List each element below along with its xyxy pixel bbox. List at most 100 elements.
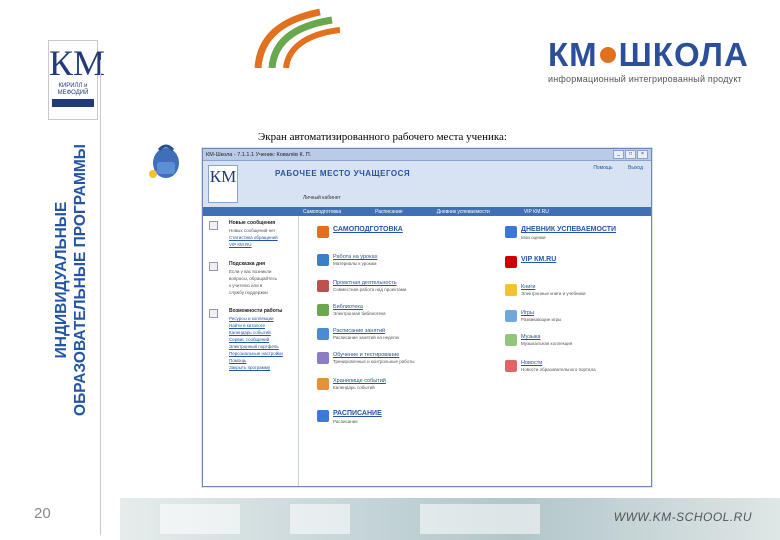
module-description: Электронные книги и учебники [521,291,586,296]
module-description: Тренировочные и контрольные работы [333,359,415,364]
tab-grades[interactable]: Дневник успеваемости [437,209,490,215]
km-logo-line2: МЕФОДИЙ [57,90,89,96]
sidebar-link[interactable]: Сервис сообщений [229,337,269,342]
minimize-button[interactable]: _ [613,150,624,159]
module-title[interactable]: САМОПОДГОТОВКА [333,226,403,233]
exit-link[interactable]: Выход [628,165,643,171]
module-title[interactable]: VIP КМ.RU [521,256,556,263]
module-icon[interactable] [505,226,517,238]
app-header-links: Помощь Выход [579,165,643,171]
strip-highlight [290,504,350,534]
page-number: 20 [34,505,51,522]
website-url[interactable]: WWW.KM-SCHOOL.RU [614,510,752,524]
sidebar-link[interactable]: Найти в каталоге [229,323,265,328]
module-icon[interactable] [505,310,517,322]
module-icon[interactable] [317,378,329,390]
module-title[interactable]: Обучение и тестирование [333,352,399,358]
sidebar-text: Новых сообщений нет [229,228,276,233]
module-title[interactable]: Игры [521,310,534,316]
module-icon[interactable] [317,304,329,316]
module-icon[interactable] [505,360,517,372]
sidebar-text: Если у вас возникли [229,269,272,274]
sidebar-text: к учителю или в [229,283,263,288]
brand-logo: КМ ШКОЛА информационный интегрированный … [548,36,753,85]
divider-line [100,60,101,535]
module-description: Музыкальная коллекция [521,341,573,346]
slide-caption: Экран автоматизированного рабочего места… [258,131,507,143]
app-header: КМ РАБОЧЕЕ МЕСТО УЧАЩЕГОСЯ Помощь Выход … [203,161,651,207]
app-tabs: Самоподготовка Расписание Дневник успева… [203,207,651,216]
module-icon[interactable] [505,284,517,296]
module-title[interactable]: Новости [521,360,542,366]
sidebar-group-title: Подсказка дня [229,261,266,267]
vertical-heading: ИНДИВИДУАЛЬНЫЕ ОБРАЗОВАТЕЛЬНЫЕ ПРОГРАММЫ [52,140,106,420]
backpack-icon [149,144,179,178]
module-icon[interactable] [317,226,329,238]
close-button[interactable]: × [637,150,648,159]
app-logo: КМ [208,165,238,203]
app-header-title: РАБОЧЕЕ МЕСТО УЧАЩЕГОСЯ [275,169,411,178]
km-logo: КМ КИРИЛЛ и МЕФОДИЙ [48,40,106,120]
sidebar-link[interactable]: Закрыть программу [229,365,270,370]
app-content: САМОПОДГОТОВКА Работа на уроках Материалы … [299,216,651,486]
module-title[interactable]: Работа на уроках [333,254,377,260]
module-description: Расписание занятий на неделю [333,335,399,340]
module-title[interactable]: Хранилище событий [333,378,386,384]
sidebar-link[interactable]: Помощь [229,358,246,363]
tab-self-study[interactable]: Самоподготовка [303,209,341,215]
module-icon[interactable] [505,256,517,268]
app-window: КМ-Школа - 7.1.1.1 Ученик: Ковалёв К. П.… [202,148,652,487]
sidebar-group-title: Возможности работы [229,308,283,314]
module-icon[interactable] [317,328,329,340]
module-icon[interactable] [317,254,329,266]
module-title[interactable]: Музыка [521,334,540,340]
module-icon[interactable] [505,334,517,346]
module-title[interactable]: Книги [521,284,535,290]
module-title[interactable]: РАСПИСАНИЕ [333,410,382,417]
sidebar-link[interactable]: Персональные настройки [229,351,283,356]
sidebar-group-icon [209,309,218,318]
swoosh-decoration [254,8,340,68]
sidebar-text: службу поддержки [229,290,268,295]
module-description: Расписание [333,419,358,424]
brand-subtitle: информационный интегрированный продукт [548,74,742,84]
sidebar-group-icon [209,221,218,230]
vertical-heading-line2: ОБРАЗОВАТЕЛЬНЫЕ ПРОГРАММЫ [72,144,89,416]
km-logo-strip [52,99,94,107]
brand-title-right: ШКОЛА [618,36,749,73]
module-description: Материалы к урокам [333,261,377,266]
sidebar-link[interactable]: Ресурсы и коллекции [229,316,274,321]
sidebar-link[interactable]: Статистика обращений [229,235,278,240]
module-description: Календарь событий [333,385,375,390]
sidebar-link[interactable]: VIP КМ.RU [229,242,252,247]
km-logo-letters: КМ [49,43,106,83]
app-logo-letters: КМ [209,167,237,186]
module-icon[interactable] [317,410,329,422]
module-title[interactable]: Расписание занятий [333,328,385,334]
vertical-heading-line1: ИНДИВИДУАЛЬНЫЕ [53,201,70,359]
sidebar-group-icon [209,262,218,271]
module-title[interactable]: Библиотека [333,304,363,310]
tab-schedule[interactable]: Расписание [375,209,403,215]
app-titlebar: КМ-Школа - 7.1.1.1 Ученик: Ковалёв К. П.… [203,149,651,161]
app-window-title: КМ-Школа - 7.1.1.1 Ученик: Ковалёв К. П. [206,151,312,158]
brand-title-left: КМ [548,36,598,73]
sidebar-group-title: Новые сообщения [229,220,276,226]
maximize-button[interactable]: □ [625,150,636,159]
sidebar-link[interactable]: Календарь событий [229,330,271,335]
cabinet-label: Личный кабинет [303,195,341,201]
module-description: Новости образовательного портала [521,367,596,372]
module-description: Мои оценки [521,235,546,240]
module-title[interactable]: Проектная деятельность [333,280,397,286]
tab-vip[interactable]: VIP КМ.RU [524,209,549,215]
module-title[interactable]: ДНЕВНИК УСПЕВАЕМОСТИ [521,226,616,233]
module-description: Развивающие игры [521,317,562,322]
help-link[interactable]: Помощь [593,165,612,171]
module-icon[interactable] [317,280,329,292]
sidebar-link[interactable]: Электронный портфель [229,344,279,349]
strip-highlight [160,504,240,534]
module-description: Электронная библиотека [333,311,386,316]
module-icon[interactable] [317,352,329,364]
app-sidebar: Новые сообщения Новых сообщений нет Статис… [203,216,299,486]
module-description: Совместная работа над проектами [333,287,407,292]
